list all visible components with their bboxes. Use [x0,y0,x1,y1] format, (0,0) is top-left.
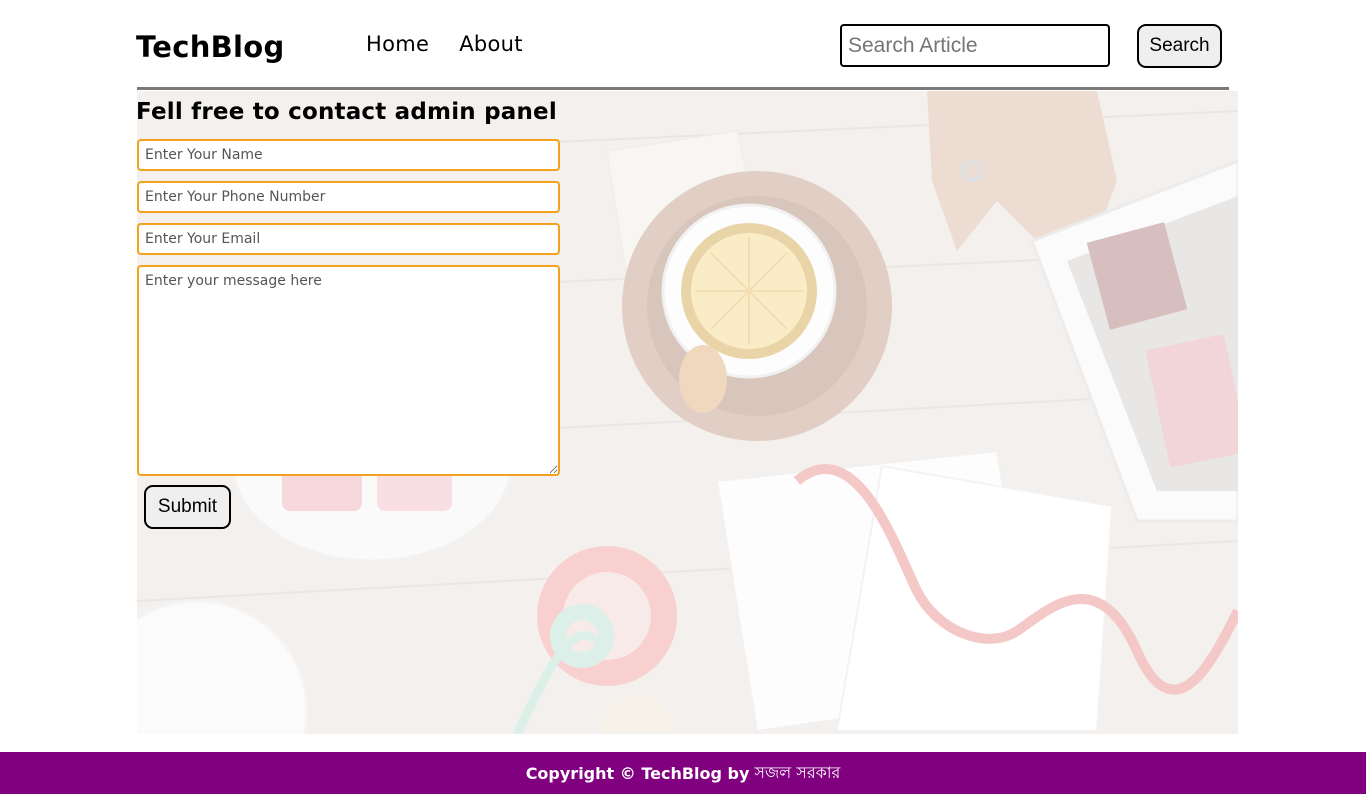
main-nav: Home About [366,32,523,56]
message-textarea[interactable] [137,265,560,476]
nav-home-link[interactable]: Home [366,32,429,56]
phone-field[interactable] [137,181,560,213]
search-input[interactable] [840,24,1110,67]
header-divider [137,87,1229,90]
site-header: TechBlog Home About Search [0,0,1366,92]
nav-about-link[interactable]: About [459,32,523,56]
copyright-text: Copyright © TechBlog by [525,763,750,783]
name-field[interactable] [137,139,560,171]
site-footer: Copyright © TechBlog by সজল সরকার [0,752,1366,794]
submit-button[interactable]: Submit [144,485,231,529]
author-name: সজল সরকার [754,762,841,782]
contact-heading: Fell free to contact admin panel [136,99,557,125]
site-logo[interactable]: TechBlog [136,30,285,64]
search-button[interactable]: Search [1137,24,1222,68]
email-field[interactable] [137,223,560,255]
